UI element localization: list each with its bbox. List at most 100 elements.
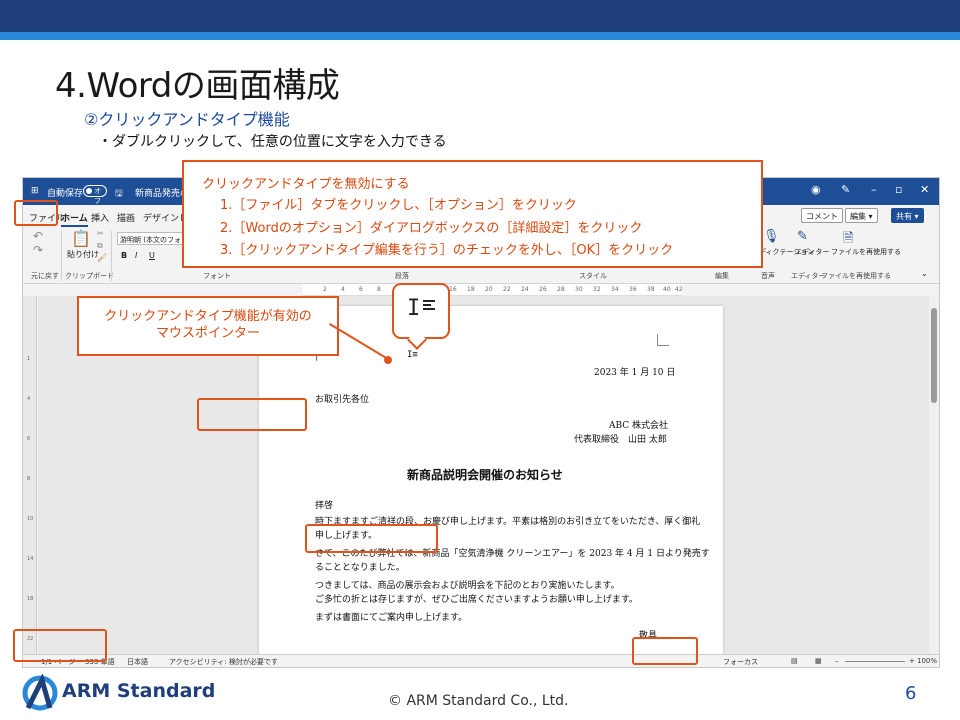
pointer-callout-line: マウスポインター [155, 326, 260, 341]
word-app-icon: ⊞ [31, 186, 39, 196]
ruler-mark: 2 [323, 286, 327, 293]
ruler-mark: 24 [521, 286, 529, 293]
doc-representative: 代表取締役 山田 太郎 [574, 435, 667, 445]
doc-date: 2023 年 1 月 10 日 [594, 368, 676, 378]
undo-group-label: 元に戻す [31, 272, 59, 280]
tab-draw[interactable]: 描画 [117, 211, 135, 224]
restore-icon[interactable]: ▫ [895, 183, 902, 196]
scrollbar-thumb[interactable] [931, 308, 937, 403]
ruler-mark: 28 [557, 286, 565, 293]
tab-design[interactable]: デザイン [143, 211, 179, 224]
account-icon[interactable]: ◉ [811, 183, 821, 196]
ruler-mark: 16 [449, 286, 457, 293]
arm-standard-logo-icon [22, 674, 58, 711]
pointer-callout-line: クリックアンドタイプ機能が有効の [104, 309, 312, 324]
doc-body-line: ることとなりました。 [315, 563, 405, 573]
redo-icon[interactable]: ↷ [33, 243, 43, 257]
zoom-out-icon[interactable]: – [835, 657, 839, 665]
comment-button[interactable]: コメント [801, 208, 843, 223]
zoom-slider[interactable] [845, 661, 905, 662]
edit-mode-button[interactable]: 編集 ▾ [845, 208, 878, 223]
margin-corner-mark [657, 334, 669, 346]
copy-icon[interactable]: ⧉ [97, 241, 103, 251]
slide-title: 4.Wordの画面構成 [55, 66, 340, 106]
click-and-type-pointer-small: I≡ [407, 350, 418, 360]
align-left-lines-icon [423, 300, 435, 312]
cut-icon[interactable]: ✂ [97, 229, 104, 238]
pen-icon[interactable]: ✎ [841, 183, 850, 196]
ruler-mark: 40 [663, 286, 671, 293]
tab-home[interactable]: ホーム [61, 211, 88, 227]
ruler-mark: 36 [629, 286, 637, 293]
font-group-label: フォント [203, 272, 231, 280]
share-label: 共有 [896, 212, 912, 221]
save-icon[interactable]: 🖫 [115, 186, 123, 202]
copyright: © ARM Standard Co., Ltd. [388, 693, 569, 709]
paste-icon[interactable]: 📋 [71, 229, 91, 248]
paragraph-group-label: 段落 [395, 272, 409, 280]
reuse-file-button-label[interactable]: ファイルを再使用する [831, 247, 901, 257]
status-language[interactable]: 日本語 [127, 657, 148, 667]
read-mode-icon[interactable]: ▤ [791, 657, 798, 665]
ruler-mark: 30 [575, 286, 583, 293]
doc-body-line: つきましては、商品の展示会および説明会を下記のとおり実施いたします。 [315, 581, 620, 591]
zoom-in-icon[interactable]: + [909, 657, 915, 665]
status-focus[interactable]: フォーカス [723, 657, 758, 667]
highlight-status-page [13, 629, 107, 662]
slide-page-number: 6 [905, 683, 917, 704]
ruler-mark: 4 [341, 286, 345, 293]
highlight-file-tab [14, 200, 58, 226]
callout-step: 3.［クリックアンドタイプ編集を行う］のチェックを外し、［OK］をクリック [220, 243, 674, 258]
clipboard-group-label: クリップボード [65, 272, 114, 280]
disable-click-and-type-callout: クリックアンドタイプを無効にする 1.［ファイル］タブをクリックし、［オプション… [182, 160, 763, 268]
bold-button[interactable]: B [121, 251, 127, 260]
ribbon-separator [111, 231, 112, 281]
editor-button-label[interactable]: エディター [795, 247, 830, 257]
style-group-label: スタイル [579, 272, 607, 280]
font-name-select[interactable]: 游明朝 (本文のフォン [117, 232, 187, 245]
close-icon[interactable]: ✕ [920, 183, 929, 196]
zoom-level[interactable]: 100% [917, 657, 937, 665]
pointer-leader-dot [384, 356, 392, 364]
paste-label[interactable]: 貼り付け [67, 249, 99, 260]
italic-button[interactable]: I [135, 251, 137, 260]
ruler-mark: 34 [611, 286, 619, 293]
editor-icon[interactable]: ✎ [797, 229, 808, 244]
slide-subtitle: ②クリックアンドタイプ機能 [84, 110, 290, 129]
reuse-group-label: ファイルを再使用する [821, 272, 891, 280]
comment-label: コメント [806, 212, 838, 221]
slide-header-accent [0, 32, 960, 40]
callout-title: クリックアンドタイプを無効にする [202, 177, 410, 192]
autosave-state: オフ [94, 187, 101, 205]
ribbon-separator [61, 231, 62, 281]
pointer-zoom-bubble [392, 283, 450, 339]
status-bar: 1/1 ページ 333 単語 日本語 アクセシビリティ: 検討が必要です フォー… [23, 654, 939, 667]
horizontal-ruler: 2 4 6 8 10 12 14 16 18 20 22 24 26 28 30… [303, 284, 683, 296]
highlight-blank-area [197, 398, 307, 431]
tab-insert[interactable]: 挿入 [91, 211, 109, 224]
doc-body-line: ご多忙の折とは存じますが、ぜひご出席くださいますようお願い申し上げます。 [315, 595, 638, 605]
logo-text: ARM Standard [62, 680, 216, 702]
slide-header-bar [0, 0, 960, 32]
doc-company: ABC 株式会社 [609, 421, 669, 431]
document-page[interactable]: | I≡ 2023 年 1 月 10 日 お取引先各位 ABC 株式会社 代表取… [259, 306, 723, 666]
undo-icon[interactable]: ↶ [33, 229, 43, 243]
minimize-icon[interactable]: – [871, 183, 877, 196]
share-button[interactable]: 共有 ▾ [891, 208, 924, 223]
edit-mode-label: 編集 [850, 212, 866, 221]
doc-heading: 新商品説明会開催のお知らせ [407, 468, 563, 482]
ribbon-collapse-icon[interactable]: ⌄ [921, 269, 928, 278]
format-painter-icon[interactable]: 🖌 [97, 253, 107, 262]
status-accessibility[interactable]: アクセシビリティ: 検討が必要です [169, 657, 278, 667]
doc-recipient: お取引先各位 [315, 395, 370, 405]
edit-group-label: 編集 [715, 272, 729, 280]
underline-button[interactable]: U [149, 251, 155, 260]
pointer-callout: クリックアンドタイプ機能が有効の マウスポインター [77, 296, 339, 356]
autosave-toggle[interactable]: オフ [83, 185, 107, 205]
ruler-mark: 8 [377, 286, 381, 293]
doc-body-line: まずは書面にてご案内申し上げます。 [315, 613, 468, 623]
microphone-icon[interactable]: 🎙 [763, 229, 780, 244]
print-layout-icon[interactable]: ▦ [815, 657, 822, 665]
callout-step: 2.［Wordのオプション］ダイアログボックスの［詳細設定］をクリック [220, 221, 643, 236]
vertical-scrollbar[interactable] [929, 296, 939, 656]
